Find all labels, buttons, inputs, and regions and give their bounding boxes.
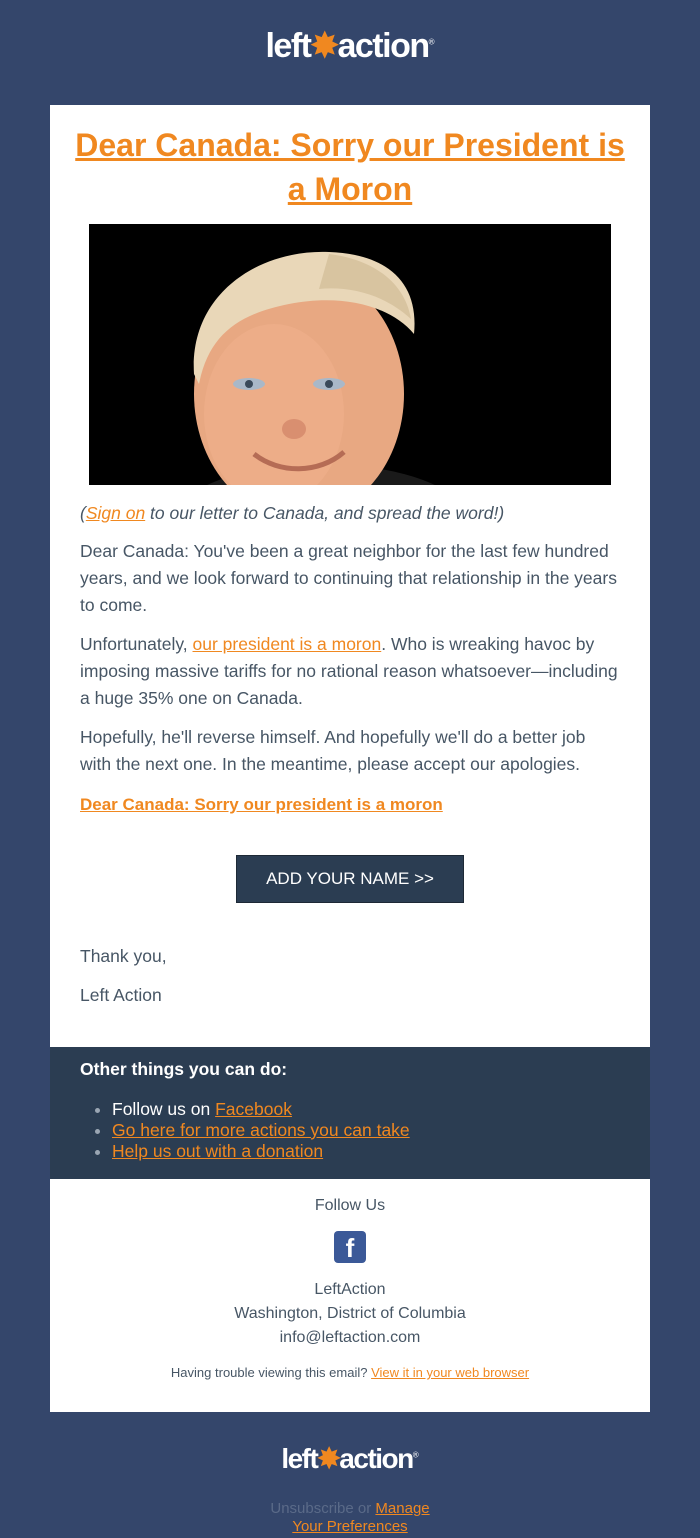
hero-image: [89, 224, 611, 485]
unsubscribe-row: Unsubscribe or Manage Your Preferences: [270, 1500, 430, 1535]
org-address: Washington, District of Columbia: [234, 1305, 466, 1322]
signature: Left Action: [80, 985, 162, 1005]
org-name: LeftAction: [314, 1281, 386, 1298]
list-item: Go here for more actions you can take: [112, 1120, 410, 1141]
leftaction-logo: left✸action®: [265, 27, 435, 65]
facebook-icon[interactable]: f: [334, 1231, 366, 1263]
paragraph-1: Dear Canada: You've been a great neighbo…: [80, 541, 617, 615]
follow-us-label: Follow Us: [314, 1197, 386, 1214]
thanks-text: Thank you,: [80, 946, 167, 966]
paragraph-3: Hopefully, he'll reverse himself. And ho…: [80, 727, 586, 774]
manage-preferences-link-2[interactable]: Your Preferences: [292, 1518, 407, 1535]
intro-text: (Sign on to our letter to Canada, and sp…: [80, 503, 505, 523]
facebook-link[interactable]: Facebook: [215, 1099, 292, 1119]
footer: Follow Us f LeftAction Washington, Distr…: [50, 1179, 650, 1412]
paragraph-2: Unfortunately, our president is a moron.…: [80, 634, 618, 708]
petition-link[interactable]: Dear Canada: Sorry our president is a mo…: [80, 791, 620, 818]
org-email: info@leftaction.com: [279, 1329, 421, 1346]
headline-link[interactable]: Dear Canada: Sorry our President is a Mo…: [74, 123, 626, 211]
unsubscribe-link[interactable]: Unsubscribe: [270, 1500, 353, 1517]
add-your-name-button[interactable]: ADD YOUR NAME >>: [236, 855, 464, 903]
view-in-browser-link[interactable]: View it in your web browser: [371, 1365, 529, 1380]
other-actions-panel: Other things you can do: Follow us on Fa…: [50, 1047, 650, 1179]
other-actions-list: Follow us on Facebook Go here for more a…: [80, 1099, 410, 1162]
sign-on-link[interactable]: Sign on: [86, 503, 145, 523]
email-card: Dear Canada: Sorry our President is a Mo…: [50, 105, 650, 1047]
portrait-photo: [89, 224, 611, 485]
view-in-browser-note: Having trouble viewing this email? View …: [170, 1365, 530, 1380]
donation-link[interactable]: Help us out with a donation: [112, 1141, 323, 1161]
other-actions-title: Other things you can do:: [80, 1059, 288, 1079]
footer-leftaction-logo: left✸action®: [281, 1443, 419, 1474]
president-moron-link[interactable]: our president is a moron: [193, 634, 382, 654]
more-actions-link[interactable]: Go here for more actions you can take: [112, 1120, 410, 1140]
manage-preferences-link[interactable]: Manage: [375, 1500, 429, 1517]
list-item: Help us out with a donation: [112, 1141, 410, 1162]
list-item: Follow us on Facebook: [112, 1099, 410, 1120]
